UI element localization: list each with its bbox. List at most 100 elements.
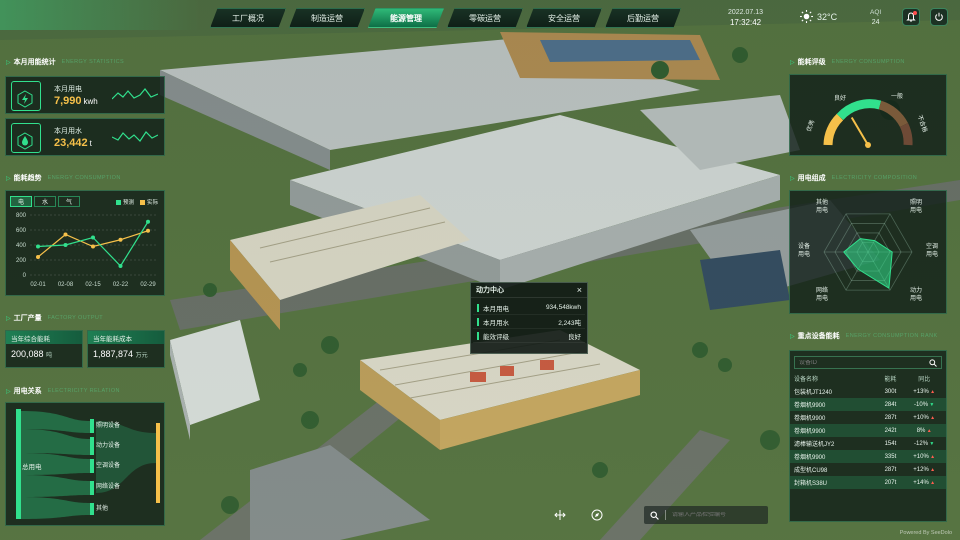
popup-row-rating: 能效评级 良好 <box>473 329 585 343</box>
water-label: 本月用水 <box>54 128 82 135</box>
table-row[interactable]: 成型机CU98 287t +12% ▲ <box>790 463 946 476</box>
x-tick-label: 02-29 <box>140 282 156 288</box>
series-point-1[interactable] <box>146 219 150 224</box>
equipment-change-value: -12% <box>914 440 929 447</box>
series-point-1[interactable] <box>118 264 123 268</box>
composition-subheading: ELECTRICITY COMPOSITION <box>831 175 918 181</box>
arrow-up-icon: ▲ <box>928 479 936 486</box>
rating-subheading: ENERGY CONSUMPTION <box>831 59 905 65</box>
product-search-input[interactable] <box>672 512 762 518</box>
aqi-value: 24 <box>871 19 880 26</box>
radar-label-ac: 空调用电 <box>925 244 938 258</box>
series-point-0[interactable] <box>36 255 40 259</box>
equipment-change-value: -10% <box>914 401 929 408</box>
equipment-consumption: 242t <box>878 424 903 437</box>
equipment-name: 包装机JT1240 <box>794 390 833 396</box>
series-point-0[interactable] <box>63 232 68 237</box>
notification-dot <box>913 11 917 15</box>
tab-zero-carbon[interactable]: 零碳运营 <box>447 8 523 28</box>
search-icon[interactable] <box>929 358 937 367</box>
table-header-row: 设备名称 能耗 同比 <box>790 371 946 385</box>
popup-electricity-value: 934,548kwh <box>545 304 581 311</box>
sankey-target-other: 其他 <box>96 506 109 512</box>
table-row[interactable]: 卷烟机9900 242t 8% ▲ <box>790 424 946 437</box>
water-number: 23,442 <box>54 137 88 149</box>
popup-close-icon[interactable]: × <box>577 285 582 295</box>
energy-trend-panel: 电 水 气 预测 实际 800 600 400 200 0 02-01 02-08 02-15… <box>5 190 165 296</box>
tab-manufacturing[interactable]: 制造运营 <box>289 8 365 28</box>
electricity-number: 7,990 <box>54 95 82 107</box>
energy-trend-heading: 能耗趋势 <box>13 175 42 182</box>
equipment-name: 卷烟机9900 <box>790 424 879 437</box>
arrow-up-icon: ▲ <box>928 414 936 421</box>
water-value: 23,442 t <box>54 137 92 149</box>
search-icon[interactable] <box>650 510 659 520</box>
sankey-link-network <box>21 475 90 497</box>
series-point-0[interactable] <box>118 237 123 242</box>
equipment-change: +14% ▲ <box>902 476 946 489</box>
equipment-search[interactable] <box>794 356 942 369</box>
tab-factory-overview[interactable]: 工厂概况 <box>210 8 286 28</box>
series-point-1[interactable] <box>63 243 68 247</box>
sankey-target-network: 网络设备 <box>96 484 121 490</box>
tab-safety[interactable]: 安全运营 <box>526 8 602 28</box>
equipment-consumption: 207t <box>878 476 903 489</box>
top-header-glow <box>0 0 200 30</box>
composition-panel: 照明用电 空调用电 动力用电 网络用电 设备用电 其他用电 <box>789 190 947 314</box>
popup-title: 动力中心 <box>476 287 504 294</box>
sun-icon <box>800 10 813 23</box>
fullscreen-button[interactable] <box>551 506 569 524</box>
arrow-up-icon: ▲ <box>928 453 936 460</box>
compass-button[interactable] <box>588 506 606 524</box>
energy-trend-title: ▷ 能耗趋势 ENERGY CONSUMPTION <box>6 172 121 184</box>
notification-button[interactable] <box>902 8 920 26</box>
sankey-source-label: 总用电 <box>22 464 42 471</box>
equipment-change: -12% ▼ <box>902 437 946 450</box>
time-text: 17:32:42 <box>729 18 762 27</box>
annual-energy-value: 200,088 吨 <box>6 344 82 364</box>
composition-heading: 用电组成 <box>797 175 826 182</box>
trend-legend: 预测 实际 <box>115 198 158 206</box>
annual-energy-label: 当年综合能耗 <box>6 331 82 344</box>
rating-title: ▷ 能耗评级 ENERGY CONSUMPTION <box>790 56 905 68</box>
product-search-bar[interactable] <box>644 506 768 524</box>
composition-title: ▷ 用电组成 ELECTRICITY COMPOSITION <box>790 172 917 184</box>
equipment-search-input[interactable] <box>799 359 919 366</box>
tab-logistics[interactable]: 后勤运营 <box>605 8 681 28</box>
sankey-source-node <box>16 409 21 519</box>
table-row[interactable]: 卷烟机9900 284t -10% ▼ <box>790 398 946 411</box>
table-row[interactable]: 包装机JT1240 300t +13% ▲ <box>790 385 946 398</box>
equipment-change: +13% ▲ <box>902 385 946 398</box>
equipment-change-value: +12% <box>913 466 929 473</box>
y-tick-label: 800 <box>16 213 27 219</box>
equipment-panel: 设备名称 能耗 同比 包装机JT1240300t+13% ▲卷烟机9900284… <box>789 350 947 522</box>
tab-energy-management[interactable]: 能源管理 <box>368 8 444 28</box>
series-point-0[interactable] <box>146 228 150 233</box>
arrow-up-icon: ▲ <box>925 427 932 434</box>
popup-body: 本月用电 934,548kwh 本月用水 2,243吨 能效评级 良好 <box>471 298 587 346</box>
radar-label-network: 网络用电 <box>815 288 828 302</box>
tab-electricity[interactable]: 电 <box>10 196 32 207</box>
popup-row-electricity: 本月用电 934,548kwh <box>473 301 585 315</box>
tab-water[interactable]: 水 <box>34 196 56 207</box>
sankey-target-power: 动力设备 <box>96 443 121 449</box>
series-point-1[interactable] <box>36 244 40 249</box>
table-row[interactable]: 滤棒输送机JY2 154t -12% ▼ <box>790 437 946 450</box>
popup-electricity-label: 本月用电 <box>483 305 509 313</box>
electricity-unit: kwh <box>83 97 98 106</box>
series-point-0[interactable] <box>91 244 95 249</box>
equipment-change-value: +10% <box>913 453 929 460</box>
table-row[interactable]: 卷烟机9900 287t +10% ▲ <box>790 411 946 424</box>
arrow-down-icon: ▼ <box>928 401 935 408</box>
gauge-arc-excellent <box>823 113 844 146</box>
temperature: 32°C <box>817 11 838 22</box>
power-button[interactable] <box>930 8 948 26</box>
annual-cost-number: 1,887,874 <box>93 349 134 359</box>
title-arrow-icon: ▷ <box>6 59 11 66</box>
table-row[interactable]: 封箱机S38U 207t +14% ▲ <box>790 476 946 489</box>
tab-gas[interactable]: 气 <box>58 196 80 207</box>
series-point-1[interactable] <box>91 235 95 240</box>
y-tick-label: 600 <box>16 228 27 234</box>
table-row[interactable]: 卷烟机9900 335t +10% ▲ <box>790 450 946 463</box>
gauge-arc-fail <box>899 123 913 146</box>
